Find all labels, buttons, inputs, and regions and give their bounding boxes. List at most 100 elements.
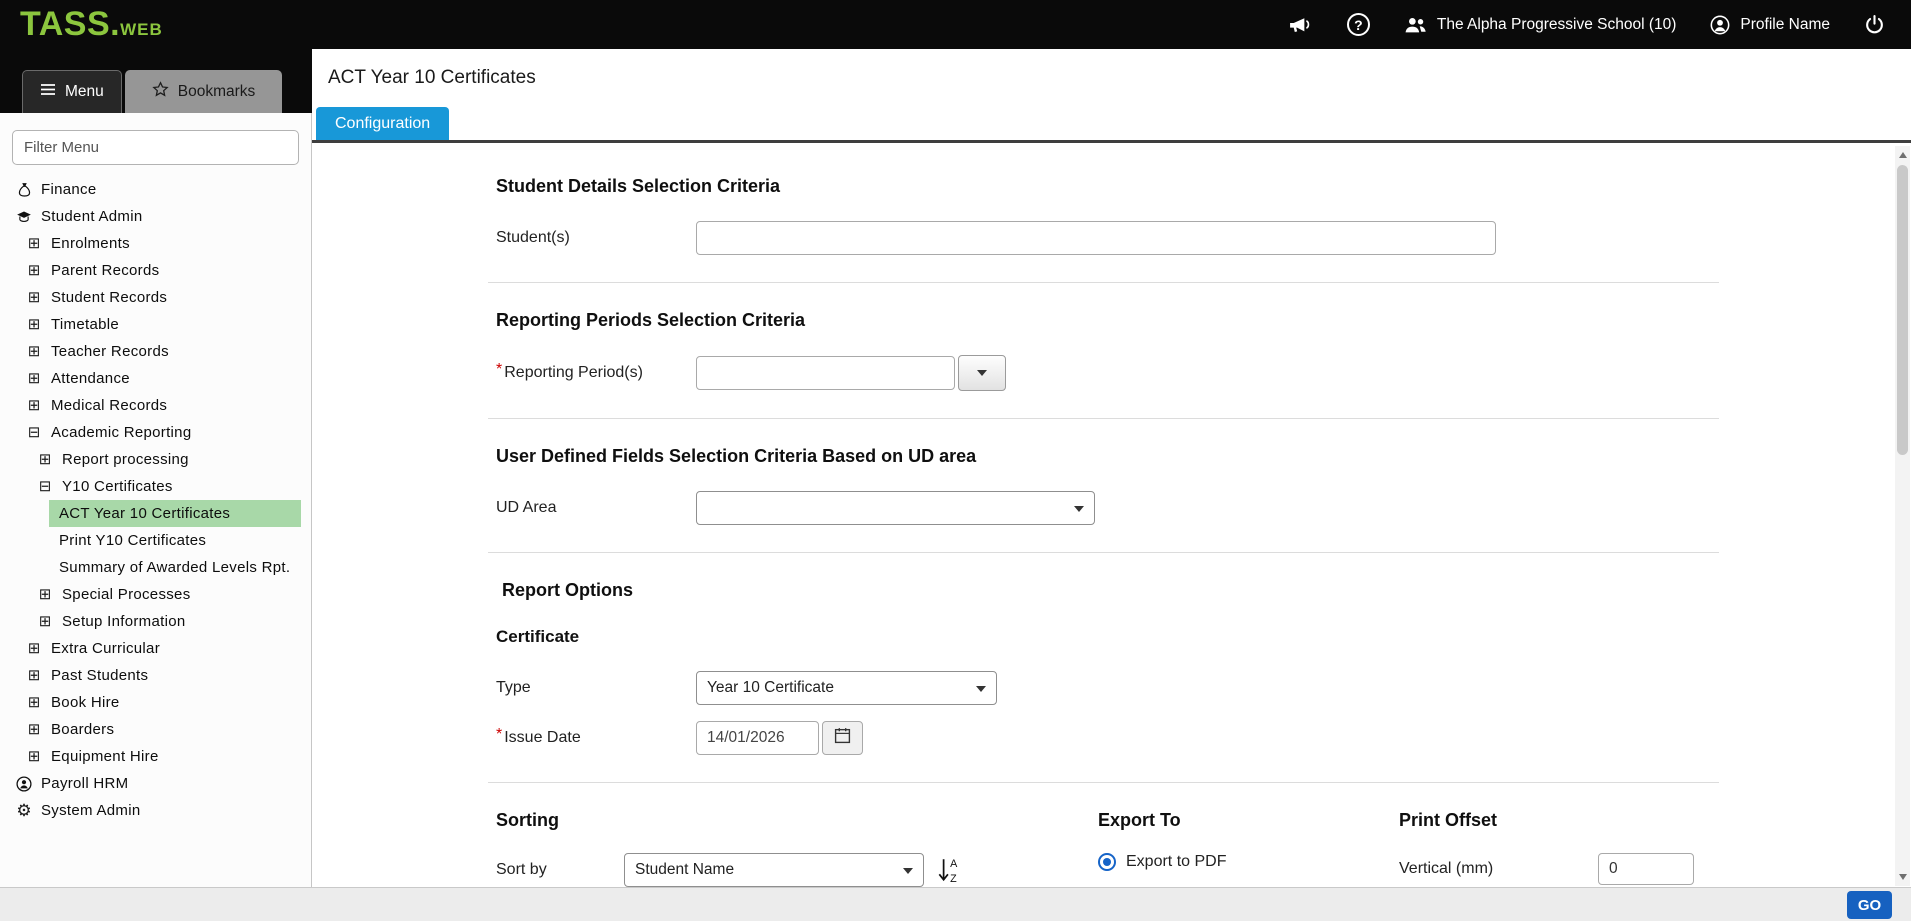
reporting-periods-heading: Reporting Periods Selection Criteria: [496, 310, 1892, 331]
vertical-scrollbar[interactable]: [1895, 146, 1910, 886]
sort-by-label-text: Sort by: [496, 861, 547, 879]
filter-menu-input[interactable]: [12, 130, 299, 165]
sidebar-item-student-admin[interactable]: Student Admin: [0, 203, 311, 230]
vertical-offset-label: Vertical (mm): [1399, 860, 1598, 878]
tab-configuration[interactable]: Configuration: [316, 107, 449, 140]
plus-box-icon[interactable]: ⊞: [25, 371, 43, 386]
type-row: Type Year 10 Certificate: [496, 671, 1892, 705]
sidebar-item-label: Timetable: [51, 316, 119, 333]
sidebar-item-teacher-records[interactable]: ⊞ Teacher Records: [0, 338, 311, 365]
vertical-offset-input[interactable]: [1598, 853, 1694, 885]
school-name: The Alpha Progressive School (10): [1437, 16, 1677, 34]
sidebar-item-attendance[interactable]: ⊞Attendance: [0, 365, 311, 392]
sort-by-select[interactable]: Student Name: [624, 853, 924, 887]
plus-box-icon[interactable]: ⊞: [25, 722, 43, 737]
students-row: Student(s): [496, 221, 1892, 255]
reporting-periods-label: * Reporting Period(s): [496, 364, 696, 382]
sidebar-item-system-admin[interactable]: ⚙System Admin: [0, 797, 311, 824]
export-pdf-radio[interactable]: [1098, 853, 1116, 871]
ud-area-select[interactable]: [696, 491, 1095, 525]
scrollbar-thumb[interactable]: [1897, 165, 1908, 455]
sidebar-item-book-hire[interactable]: ⊞Book Hire: [0, 689, 311, 716]
logout-power-icon[interactable]: [1864, 14, 1885, 35]
minus-box-icon[interactable]: ⊟: [36, 479, 54, 494]
section-divider: [488, 282, 1719, 283]
reporting-periods-dropdown-button[interactable]: [958, 355, 1006, 391]
sidebar-item-payroll-hrm[interactable]: Payroll HRM: [0, 770, 311, 797]
students-label: Student(s): [496, 229, 696, 247]
sidebar-item-special-processes[interactable]: ⊞Special Processes: [0, 581, 311, 608]
plus-box-icon[interactable]: ⊞: [25, 344, 43, 359]
help-icon[interactable]: ?: [1347, 13, 1370, 36]
section-divider: [488, 782, 1719, 783]
plus-box-icon[interactable]: ⊞: [25, 695, 43, 710]
sidebar-item-label: Y10 Certificates: [62, 478, 173, 495]
minus-box-icon[interactable]: ⊟: [25, 425, 43, 440]
section-reporting-periods: Reporting Periods Selection Criteria * R…: [496, 310, 1892, 391]
ud-area-row: UD Area: [496, 491, 1892, 525]
sidebar-item-act-year-10-certificates[interactable]: ACT Year 10 Certificates: [49, 500, 301, 527]
sidebar-item-timetable[interactable]: ⊞ Timetable: [0, 311, 311, 338]
tab-bar: Configuration: [312, 107, 1911, 143]
sidebar-item-boarders[interactable]: ⊞Boarders: [0, 716, 311, 743]
sidebar-item-parent-records[interactable]: ⊞ Parent Records: [0, 257, 311, 284]
plus-box-icon[interactable]: ⊞: [36, 614, 54, 629]
plus-box-icon[interactable]: ⊞: [25, 263, 43, 278]
plus-box-icon[interactable]: ⊞: [25, 749, 43, 764]
plus-box-icon[interactable]: ⊞: [25, 668, 43, 683]
tab-menu[interactable]: Menu: [22, 70, 122, 113]
plus-box-icon[interactable]: ⊞: [36, 587, 54, 602]
plus-box-icon[interactable]: ⊞: [25, 290, 43, 305]
sidebar-item-enrolments[interactable]: ⊞ Enrolments: [0, 230, 311, 257]
gear-icon: ⚙: [15, 802, 33, 819]
scroll-up-arrow-icon[interactable]: [1895, 147, 1910, 163]
money-bag-icon: [15, 182, 33, 197]
type-label: Type: [496, 679, 696, 697]
tass-web-logo[interactable]: TASS. WEB: [20, 5, 163, 44]
sidebar-item-medical-records[interactable]: ⊞Medical Records: [0, 392, 311, 419]
sidebar-item-finance[interactable]: Finance: [0, 176, 311, 203]
sidebar-item-label: Summary of Awarded Levels Rpt.: [59, 559, 290, 576]
announcements-megaphone-icon[interactable]: [1288, 14, 1313, 35]
plus-box-icon[interactable]: ⊞: [25, 236, 43, 251]
plus-box-icon[interactable]: ⊞: [36, 452, 54, 467]
calendar-picker-button[interactable]: [822, 721, 863, 755]
students-input[interactable]: [696, 221, 1496, 255]
profile-menu[interactable]: Profile Name: [1710, 15, 1830, 35]
chevron-down-icon: [1074, 506, 1084, 512]
section-divider: [488, 418, 1719, 419]
certificate-type-select[interactable]: Year 10 Certificate: [696, 671, 997, 705]
plus-box-icon[interactable]: ⊞: [25, 398, 43, 413]
go-button[interactable]: GO: [1847, 891, 1892, 919]
sidebar-item-extra-curricular[interactable]: ⊞Extra Curricular: [0, 635, 311, 662]
ud-fields-heading: User Defined Fields Selection Criteria B…: [496, 446, 1892, 467]
chevron-down-icon: [903, 868, 913, 874]
sidebar-item-print-y10-certificates[interactable]: Print Y10 Certificates: [0, 527, 311, 554]
sidebar-item-past-students[interactable]: ⊞Past Students: [0, 662, 311, 689]
svg-text:A: A: [950, 858, 958, 870]
sorting-heading: Sorting: [496, 810, 1098, 831]
reporting-periods-input[interactable]: [696, 356, 955, 390]
sidebar-item-report-processing[interactable]: ⊞Report processing: [0, 446, 311, 473]
sidebar-item-label: Parent Records: [51, 262, 159, 279]
sorting-column: Sorting Sort by Student Name A: [496, 810, 1098, 887]
sidebar-item-summary-of-awarded-levels-rpt[interactable]: Summary of Awarded Levels Rpt.: [0, 554, 311, 581]
content-area: Student Details Selection Criteria Stude…: [312, 146, 1892, 887]
sidebar-item-equipment-hire[interactable]: ⊞Equipment Hire: [0, 743, 311, 770]
sort-az-icon[interactable]: A Z: [936, 856, 962, 884]
sidebar-item-label: Enrolments: [51, 235, 130, 252]
school-selector[interactable]: The Alpha Progressive School (10): [1404, 16, 1677, 34]
sidebar-item-academic-reporting[interactable]: ⊟Academic Reporting: [0, 419, 311, 446]
scroll-down-arrow-icon[interactable]: [1895, 869, 1910, 885]
sidebar-item-student-records[interactable]: ⊞Student Records: [0, 284, 311, 311]
plus-box-icon[interactable]: ⊞: [25, 317, 43, 332]
plus-box-icon[interactable]: ⊞: [25, 641, 43, 656]
sidebar-item-setup-information[interactable]: ⊞ Setup Information: [0, 608, 311, 635]
issue-date-input[interactable]: [696, 721, 819, 755]
section-user-defined-fields: User Defined Fields Selection Criteria B…: [496, 446, 1892, 525]
tab-bookmarks[interactable]: Bookmarks: [125, 70, 283, 113]
sidebar-item-label: Print Y10 Certificates: [59, 532, 206, 549]
sidebar-item-y10-certificates[interactable]: ⊟ Y10 Certificates: [0, 473, 311, 500]
sidebar-item-label: Teacher Records: [51, 343, 169, 360]
sidebar-item-label: Setup Information: [62, 613, 186, 630]
